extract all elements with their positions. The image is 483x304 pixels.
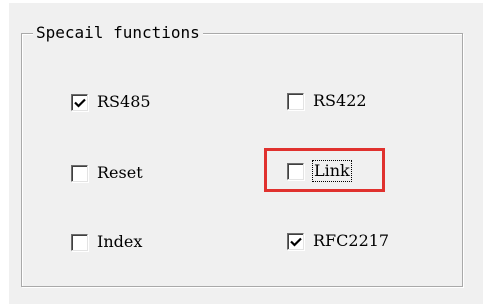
- index-checkbox[interactable]: Index: [71, 230, 142, 254]
- rs422-label: RS422: [313, 91, 367, 110]
- rs485-label: RS485: [97, 92, 151, 111]
- checkbox-box[interactable]: [287, 92, 304, 110]
- rs485-checkbox[interactable]: RS485: [71, 90, 151, 114]
- checkbox-box[interactable]: [71, 164, 88, 182]
- checkmark-icon: [74, 98, 86, 108]
- link-checkbox[interactable]: Link: [287, 159, 352, 183]
- checkbox-box[interactable]: [287, 162, 304, 180]
- checkbox-box[interactable]: [71, 233, 88, 251]
- rfc2217-label: RFC2217: [313, 231, 390, 250]
- checkbox-box[interactable]: [287, 232, 304, 250]
- reset-label: Reset: [97, 163, 143, 182]
- index-label: Index: [97, 232, 143, 251]
- checkbox-box[interactable]: [71, 93, 88, 111]
- reset-checkbox[interactable]: Reset: [71, 161, 143, 185]
- rs422-checkbox[interactable]: RS422: [287, 89, 367, 113]
- link-label: Link: [312, 160, 352, 182]
- checkmark-icon: [290, 237, 302, 247]
- groupbox-title: Specail functions: [33, 22, 203, 44]
- rfc2217-checkbox[interactable]: RFC2217: [287, 229, 389, 253]
